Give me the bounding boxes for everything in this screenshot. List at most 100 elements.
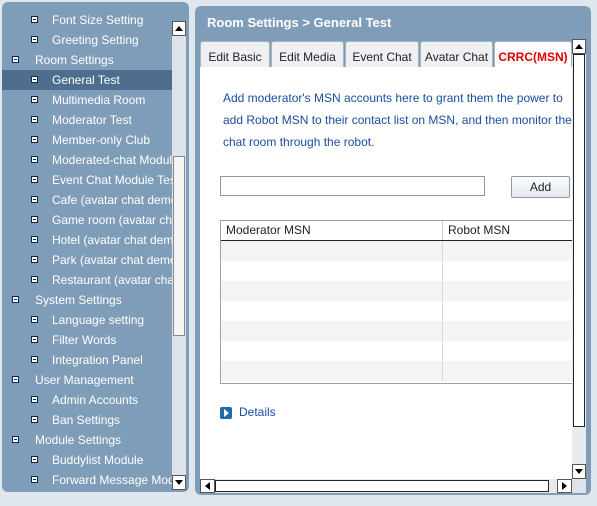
tab-edit-media[interactable]: Edit Media [271, 41, 344, 67]
content-horizontal-scrollbar[interactable] [200, 479, 572, 493]
tree-item[interactable]: Park (avatar chat demo) [2, 250, 172, 270]
arrow-down-icon [175, 480, 183, 485]
tree-item-label: Admin Accounts [52, 393, 139, 407]
moderator-msn-cell [221, 321, 443, 341]
column-header-robot-msn[interactable]: Robot MSN [443, 221, 572, 240]
scrollbar-corner [572, 479, 586, 493]
tree-node-icon [31, 336, 38, 343]
tree-item-label: Event Chat Module Test [52, 173, 172, 187]
tree-item[interactable]: Integration Panel [2, 350, 172, 370]
robot-msn-cell [443, 321, 572, 341]
msn-account-input[interactable] [220, 176, 485, 196]
tree-node-icon [31, 16, 38, 23]
robot-msn-cell [443, 241, 572, 261]
table-header: Moderator MSN Robot MSN [221, 221, 572, 241]
tree-item-label: Cafe (avatar chat demo) [52, 193, 172, 207]
tree-item[interactable]: Multimedia Room [2, 90, 172, 110]
scroll-up-button[interactable] [172, 21, 186, 36]
tree-item-label: Moderated-chat Module [52, 153, 172, 167]
tree-category[interactable]: System Settings [2, 290, 172, 310]
scroll-up-button[interactable] [572, 39, 586, 54]
vertical-scroll-thumb[interactable] [573, 54, 585, 427]
table-row[interactable] [221, 301, 572, 321]
tree-node-icon [31, 356, 38, 363]
tree-node-icon [31, 116, 38, 123]
tree-item[interactable]: Forward Message Module [2, 470, 172, 490]
tree-node-icon [31, 396, 38, 403]
table-row[interactable] [221, 361, 572, 381]
tree-item[interactable]: Event Chat Module Test [2, 170, 172, 190]
tree-node-icon [12, 296, 19, 303]
tree-item-label: General Test [52, 73, 120, 87]
tree-item-label: Park (avatar chat demo) [52, 253, 172, 267]
scroll-down-button[interactable] [172, 475, 186, 490]
robot-msn-cell [443, 361, 572, 381]
tree-node-icon [31, 276, 38, 283]
tab-crrc-msn[interactable]: CRRC(MSN) [494, 41, 572, 68]
tree-node-icon [31, 156, 38, 163]
tree-item[interactable]: Moderated-chat Module [2, 150, 172, 170]
tree-item[interactable]: Ban Settings [2, 410, 172, 430]
tree-node-icon [12, 436, 19, 443]
tree-item[interactable]: Cafe (avatar chat demo) [2, 190, 172, 210]
tree-category[interactable]: Room Settings [2, 50, 172, 70]
table-row[interactable] [221, 341, 572, 361]
arrow-up-icon [175, 26, 183, 31]
navigation-tree: Font Size Setting Greeting Setting Room Se… [2, 10, 172, 490]
table-row[interactable] [221, 281, 572, 301]
tree-node-icon [12, 376, 19, 383]
tree-item-label: Module Settings [35, 433, 122, 447]
moderator-msn-cell [221, 301, 443, 321]
description-text: Add moderator's MSN accounts here to gra… [223, 87, 572, 153]
content-vertical-scrollbar[interactable] [572, 39, 586, 479]
tree-scrollbar[interactable] [172, 21, 186, 490]
horizontal-scroll-thumb[interactable] [215, 480, 549, 492]
tree-item[interactable]: Greeting Setting [2, 30, 172, 50]
tree-node-icon [31, 316, 38, 323]
tree-item[interactable]: Restaurant (avatar chat demo) [2, 270, 172, 290]
tab-avatar-chat[interactable]: Avatar Chat [420, 41, 493, 67]
scroll-down-button[interactable] [572, 464, 586, 479]
tree-category[interactable]: User Management [2, 370, 172, 390]
tree-node-icon [31, 76, 38, 83]
moderator-msn-cell [221, 241, 443, 261]
tree-item-label: Room Settings [35, 53, 114, 67]
tree-item-label: User Management [35, 373, 134, 387]
tree-item-label: Font Size Setting [52, 13, 144, 27]
add-button[interactable]: Add [511, 176, 570, 198]
tree-item-label: Buddylist Module [52, 453, 144, 467]
tree-item-label: Filter Words [52, 333, 117, 347]
robot-msn-cell [443, 281, 572, 301]
details-link[interactable]: Details [220, 403, 276, 421]
tree-node-icon [31, 416, 38, 423]
tree-node-icon [31, 476, 38, 483]
tab-event-chat[interactable]: Event Chat [345, 41, 419, 67]
table-row[interactable] [221, 241, 572, 261]
moderator-msn-cell [221, 361, 443, 381]
tree-item-label: Hotel (avatar chat demo) [52, 233, 172, 247]
page-title: Room Settings > General Test [207, 15, 392, 30]
tree-item[interactable]: Game room (avatar chat demo) [2, 210, 172, 230]
tree-item[interactable]: Admin Accounts [2, 390, 172, 410]
table-row[interactable] [221, 261, 572, 281]
scroll-left-button[interactable] [200, 479, 215, 493]
tree-item[interactable]: General Test [2, 70, 172, 90]
robot-msn-cell [443, 301, 572, 321]
navigation-tree-panel: Font Size Setting Greeting Setting Room Se… [2, 2, 189, 492]
tree-item[interactable]: Filter Words [2, 330, 172, 350]
tree-item[interactable]: Hotel (avatar chat demo) [2, 230, 172, 250]
table-row[interactable] [221, 321, 572, 341]
scroll-right-button[interactable] [557, 479, 572, 493]
tab-edit-basic[interactable]: Edit Basic [200, 41, 270, 67]
tree-item[interactable]: Font Size Setting [2, 10, 172, 30]
tree-category[interactable]: Module Settings [2, 430, 172, 450]
tree-scroll-thumb[interactable] [173, 156, 185, 336]
arrow-right-icon [562, 482, 567, 490]
column-header-moderator-msn[interactable]: Moderator MSN [221, 221, 443, 240]
description-line: Add moderator's MSN accounts here to gra… [223, 91, 563, 105]
tree-item[interactable]: Member-only Club [2, 130, 172, 150]
tree-item-label: Member-only Club [52, 133, 151, 147]
tree-item[interactable]: Moderator Test [2, 110, 172, 130]
tree-item[interactable]: Language setting [2, 310, 172, 330]
tree-item[interactable]: Buddylist Module [2, 450, 172, 470]
